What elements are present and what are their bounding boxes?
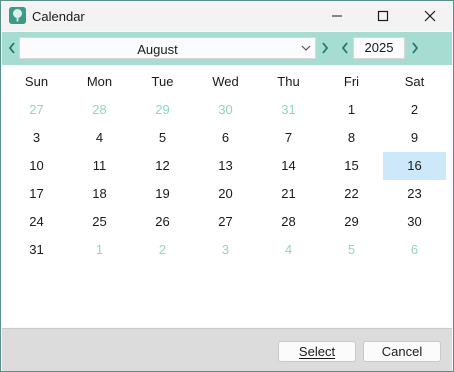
title-bar[interactable]: Calendar [1, 1, 453, 31]
day-cell-other-month[interactable]: 3 [194, 236, 257, 264]
close-icon [424, 10, 436, 22]
day-cell[interactable]: 13 [194, 152, 257, 180]
next-month-button[interactable] [317, 35, 333, 61]
select-button[interactable]: Select [278, 341, 356, 362]
year-input[interactable]: 2025 [353, 37, 405, 59]
day-cell[interactable]: 14 [257, 152, 320, 180]
day-cell-other-month[interactable]: 5 [320, 236, 383, 264]
day-cell[interactable]: 6 [194, 124, 257, 152]
day-cell-other-month[interactable]: 4 [257, 236, 320, 264]
day-cell[interactable]: 28 [257, 208, 320, 236]
day-cell[interactable]: 4 [68, 124, 131, 152]
day-cell[interactable]: 30 [383, 208, 446, 236]
day-cell-selected[interactable]: 16 [383, 152, 446, 180]
day-cell[interactable]: 19 [131, 180, 194, 208]
day-cell[interactable]: 11 [68, 152, 131, 180]
calendar-window: Calendar August 2025 Sun Mon Tue Wed Thu… [0, 0, 454, 372]
day-cell[interactable]: 29 [320, 208, 383, 236]
day-cell[interactable]: 23 [383, 180, 446, 208]
day-cell-other-month[interactable]: 1 [68, 236, 131, 264]
month-dropdown[interactable]: August [19, 37, 316, 59]
weekday-label: Fri [343, 74, 360, 89]
dialog-footer: Select Cancel [2, 328, 452, 371]
day-cell[interactable]: 31 [5, 236, 68, 264]
day-cell[interactable]: 20 [194, 180, 257, 208]
minimize-icon [332, 15, 342, 17]
maximize-button[interactable] [360, 1, 406, 31]
day-cell[interactable]: 21 [257, 180, 320, 208]
weekday-label: Tue [151, 74, 174, 89]
chevron-right-icon [412, 42, 419, 54]
day-cell[interactable]: 18 [68, 180, 131, 208]
calendar-grid: Sun Mon Tue Wed Thu Fri Sat 27 28 29 30 31 1 2 3 4 5 6 7 8… [4, 65, 450, 327]
chevron-down-icon [301, 45, 311, 51]
weekday-label: Sat [404, 74, 425, 89]
day-cell-other-month[interactable]: 30 [194, 96, 257, 124]
month-label: August [137, 42, 178, 57]
day-cell[interactable]: 12 [131, 152, 194, 180]
day-cell[interactable]: 26 [131, 208, 194, 236]
day-cell-other-month[interactable]: 31 [257, 96, 320, 124]
weekday-header-row: Sun Mon Tue Wed Thu Fri Sat [4, 65, 450, 97]
close-button[interactable] [407, 1, 453, 31]
day-cell[interactable]: 2 [383, 96, 446, 124]
day-cell[interactable]: 15 [320, 152, 383, 180]
day-cell[interactable]: 5 [131, 124, 194, 152]
next-year-button[interactable] [407, 35, 423, 61]
select-button-label: Select [298, 344, 336, 359]
day-cell[interactable]: 22 [320, 180, 383, 208]
day-cell[interactable]: 8 [320, 124, 383, 152]
day-cell[interactable]: 25 [68, 208, 131, 236]
day-cell[interactable]: 3 [5, 124, 68, 152]
day-cell-other-month[interactable]: 28 [68, 96, 131, 124]
day-cell-other-month[interactable]: 2 [131, 236, 194, 264]
day-cell-other-month[interactable]: 29 [131, 96, 194, 124]
day-cell[interactable]: 7 [257, 124, 320, 152]
day-cell[interactable]: 10 [5, 152, 68, 180]
chevron-right-icon [322, 42, 329, 54]
tree-icon [9, 7, 26, 24]
cancel-button[interactable]: Cancel [363, 341, 441, 362]
previous-year-button[interactable] [337, 35, 353, 61]
window-title: Calendar [32, 9, 85, 24]
weekday-label: Thu [277, 74, 300, 89]
month-year-navigation: August 2025 [2, 32, 452, 65]
weekday-label: Mon [86, 74, 113, 89]
day-cell[interactable]: 27 [194, 208, 257, 236]
day-cell[interactable]: 24 [5, 208, 68, 236]
previous-month-button[interactable] [4, 35, 20, 61]
weekday-label: Wed [212, 74, 239, 89]
minimize-button[interactable] [314, 1, 360, 31]
day-cell[interactable]: 1 [320, 96, 383, 124]
weekday-label: Sun [24, 74, 49, 89]
chevron-left-icon [341, 42, 348, 54]
chevron-left-icon [8, 42, 15, 54]
day-cell-other-month[interactable]: 6 [383, 236, 446, 264]
day-cell[interactable]: 17 [5, 180, 68, 208]
day-cell[interactable]: 9 [383, 124, 446, 152]
maximize-icon [377, 10, 389, 22]
day-cell-other-month[interactable]: 27 [5, 96, 68, 124]
